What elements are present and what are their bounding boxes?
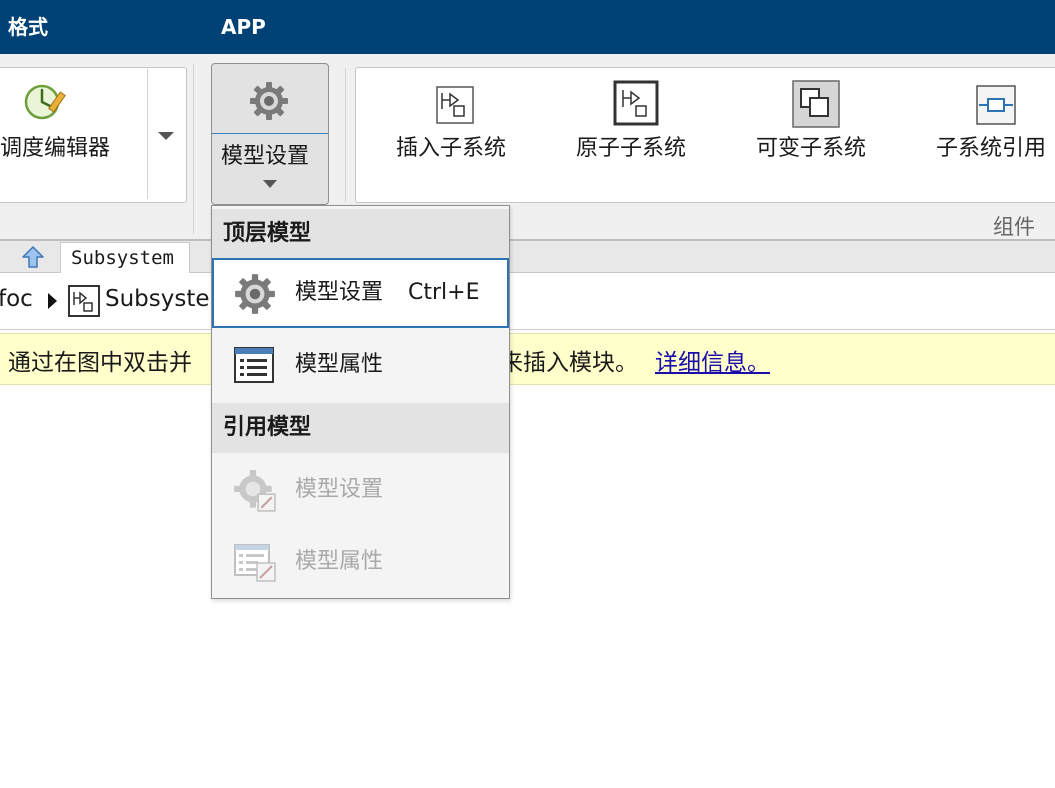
tab-subsystem-label: Subsystem bbox=[71, 247, 174, 269]
group-divider bbox=[193, 64, 194, 234]
info-bar: 通过在图中双击并 来插入模块。 详细信息。 bbox=[0, 333, 1055, 385]
up-arrow-icon[interactable] bbox=[21, 245, 45, 269]
gear-icon bbox=[250, 82, 288, 120]
schedule-editor-icon[interactable] bbox=[22, 80, 68, 124]
menu-item-ref-model-properties[interactable]: 模型属性 bbox=[212, 527, 509, 597]
menu-item-label: 模型属性 bbox=[295, 352, 384, 377]
editor-tab-row: Subsystem bbox=[0, 241, 1055, 273]
subsystem-icon bbox=[68, 285, 100, 317]
chevron-right-icon bbox=[48, 293, 57, 309]
tab-subsystem[interactable]: Subsystem bbox=[60, 242, 190, 273]
chevron-down-icon[interactable] bbox=[157, 130, 175, 142]
menu-item-label: 模型设置 bbox=[295, 477, 384, 502]
breadcrumb: foc Subsystem bbox=[0, 273, 1055, 330]
menu-item-top-model-settings[interactable]: 模型设置 Ctrl+E bbox=[212, 258, 509, 328]
model-settings-label: 模型设置 bbox=[221, 144, 310, 169]
breadcrumb-model[interactable]: foc bbox=[0, 286, 33, 312]
model-properties-link-icon bbox=[234, 544, 276, 582]
subsystem-reference-icon[interactable] bbox=[975, 84, 1017, 126]
menu-header-top-model: 顶层模型 bbox=[212, 209, 509, 259]
info-text-left: 通过在图中双击并 bbox=[8, 350, 192, 376]
menu-item-ref-model-settings[interactable]: 模型设置 bbox=[212, 455, 509, 525]
menu-item-top-model-properties[interactable]: 模型属性 bbox=[212, 330, 509, 400]
atomic-subsystem-label[interactable]: 原子子系统 bbox=[576, 130, 686, 162]
group-label-component: 组件 bbox=[993, 215, 1035, 239]
menu-header-label: 顶层模型 bbox=[223, 221, 312, 246]
gear-link-icon bbox=[234, 470, 276, 512]
insert-subsystem-icon[interactable] bbox=[434, 84, 476, 126]
subsystem-reference-label[interactable]: 子系统引用 bbox=[936, 130, 1046, 162]
tab-format[interactable]: 格式 bbox=[8, 14, 48, 40]
variant-subsystem-icon[interactable] bbox=[792, 80, 840, 128]
menu-header-referenced-model: 引用模型 bbox=[212, 403, 509, 453]
menu-item-shortcut: Ctrl+E bbox=[408, 280, 480, 305]
insert-subsystem-label[interactable]: 插入子系统 bbox=[396, 130, 506, 162]
variant-subsystem-label[interactable]: 可变子系统 bbox=[756, 130, 866, 162]
chevron-down-icon bbox=[263, 180, 277, 188]
diagram-canvas[interactable] bbox=[0, 385, 1055, 788]
menu-item-label: 模型属性 bbox=[295, 549, 384, 574]
model-settings-menu: 顶层模型 模型设置 Ctrl+E 模型属性 引用模型 模型设置 模型属性 bbox=[211, 205, 510, 599]
model-properties-icon bbox=[234, 347, 274, 383]
atomic-subsystem-icon[interactable] bbox=[613, 80, 659, 126]
top-tab-bar: 格式 APP bbox=[0, 0, 1055, 54]
group-divider bbox=[345, 68, 346, 202]
menu-item-label: 模型设置 bbox=[295, 280, 384, 305]
info-text-right: 来插入模块。 bbox=[500, 350, 638, 376]
tab-app[interactable]: APP bbox=[221, 14, 266, 40]
gear-icon bbox=[235, 274, 275, 314]
panel-divider bbox=[147, 69, 148, 199]
learn-more-link[interactable]: 详细信息。 bbox=[655, 343, 770, 377]
menu-header-label: 引用模型 bbox=[223, 415, 312, 440]
schedule-editor-label[interactable]: 调度编辑器 bbox=[0, 130, 110, 162]
ribbon: 调度编辑器 模型设置 插入子系统 原子子系统 可变子系统 子系统引用 组件 bbox=[0, 54, 1055, 241]
